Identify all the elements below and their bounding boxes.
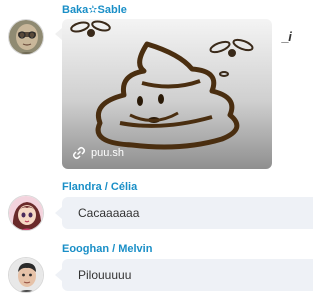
message-bubble: Pilouuuuu (55, 259, 313, 291)
message-text: Cacaaaaaa (78, 206, 140, 220)
avatar-image (9, 20, 43, 54)
message-1: Baka✫Sable puu.sh _i (0, 0, 313, 175)
image-bubble-tail (55, 28, 62, 40)
avatar-image (9, 196, 43, 230)
message-text: Pilouuuuu (78, 268, 132, 282)
message-3: Eooghan / Melvin Pilouuuuu (0, 235, 313, 300)
avatar-flandra-celia[interactable] (8, 195, 44, 231)
avatar-baka-sable[interactable] (8, 19, 44, 55)
image-attachment[interactable]: puu.sh (62, 19, 272, 169)
avatar-image (9, 258, 43, 292)
bubble-tail (55, 207, 62, 219)
sender-name[interactable]: Baka✫Sable (62, 3, 127, 16)
message-2: Flandra / Célia Cacaaaaaa (0, 175, 313, 235)
sender-name[interactable]: Flandra / Célia (62, 181, 137, 193)
message-status-mark: _i (282, 29, 292, 44)
message-bubble: Cacaaaaaa (55, 197, 313, 229)
avatar-eooghan-melvin[interactable] (8, 257, 44, 293)
image-source-label: puu.sh (91, 147, 125, 159)
image-source[interactable]: puu.sh (72, 146, 124, 160)
bubble-tail (55, 269, 62, 281)
sender-name[interactable]: Eooghan / Melvin (62, 243, 152, 255)
link-icon (72, 146, 86, 160)
